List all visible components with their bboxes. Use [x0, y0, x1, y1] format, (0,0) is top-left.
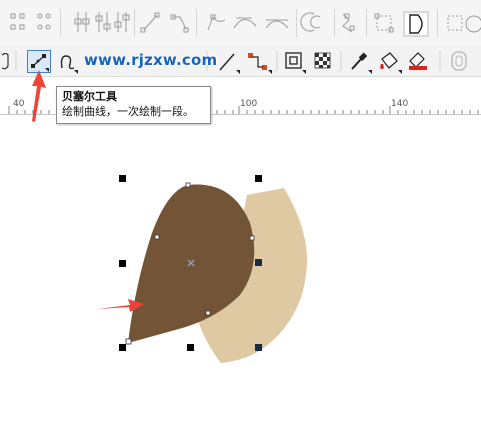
separator [334, 9, 335, 37]
selection-handle[interactable] [119, 175, 126, 182]
node-tools-strip [10, 11, 481, 37]
selection-handle[interactable] [255, 344, 262, 351]
toolbox-row [0, 46, 481, 77]
separator [60, 9, 61, 37]
join-nodes-icon[interactable] [74, 12, 90, 32]
separator [196, 9, 197, 37]
curve-node[interactable] [154, 234, 160, 240]
stretch-nodes-icon[interactable] [374, 13, 394, 33]
separator [134, 9, 135, 37]
selection-handle[interactable] [187, 344, 194, 351]
canvas-artwork [98, 182, 308, 363]
elastic-mode-icon[interactable] [465, 15, 481, 33]
pan-tool-icon[interactable] [1, 52, 9, 70]
b-spline-tool-icon[interactable] [60, 55, 79, 74]
ruler-label: 40 [13, 99, 25, 109]
drawing-canvas[interactable] [0, 115, 481, 440]
bezier-tool-tooltip: 贝塞尔工具 绘制曲线，一次绘制一段。 [56, 86, 211, 124]
toolbox-icons [1, 51, 467, 74]
ruler-label: 100 [240, 99, 258, 109]
contour-tool-icon[interactable] [285, 52, 306, 74]
tooltip-title: 贝塞尔工具 [62, 90, 117, 103]
convert-to-line-icon[interactable] [140, 12, 160, 33]
node-edit-toolbar [0, 0, 481, 47]
watermark-text: www.rjzxw.com [84, 51, 218, 69]
break-curve-icon[interactable] [95, 12, 111, 32]
curve-node[interactable] [205, 310, 211, 316]
connector-tool-icon[interactable] [248, 53, 272, 74]
delete-node-icon[interactable] [37, 13, 51, 30]
separator [437, 9, 438, 37]
tooltip-description: 绘制曲线，一次绘制一段。 [62, 105, 194, 118]
red-arrow-tool-indicator [32, 70, 46, 122]
selection-handle[interactable] [255, 259, 262, 266]
separator [366, 9, 367, 37]
curve-node[interactable] [249, 235, 255, 241]
reverse-direction-icon[interactable] [300, 12, 321, 32]
smooth-node-icon[interactable] [233, 17, 257, 29]
separator [296, 9, 297, 37]
extend-curve-icon[interactable] [114, 12, 130, 32]
eyedropper-tool-icon[interactable] [351, 52, 372, 74]
extract-subpath-icon[interactable] [342, 13, 355, 33]
selection-handle[interactable] [119, 260, 126, 267]
cusp-node-icon[interactable] [207, 14, 226, 31]
selection-handle[interactable] [255, 175, 262, 182]
selection-handle[interactable] [119, 344, 126, 351]
transparency-tool-icon[interactable] [314, 52, 331, 69]
symmetric-node-icon[interactable] [265, 19, 289, 29]
curve-node[interactable] [125, 338, 132, 345]
ruler-label: 140 [391, 99, 409, 109]
smart-fill-tool-icon[interactable] [409, 52, 427, 70]
add-node-icon[interactable] [10, 13, 25, 30]
convert-to-curve-icon[interactable] [170, 14, 189, 33]
curve-node[interactable] [185, 182, 191, 188]
select-all-nodes-icon[interactable] [447, 15, 463, 31]
dimension-tool-icon[interactable] [219, 53, 240, 74]
outline-tool-icon [451, 51, 467, 71]
interactive-fill-tool-icon[interactable] [380, 52, 402, 74]
